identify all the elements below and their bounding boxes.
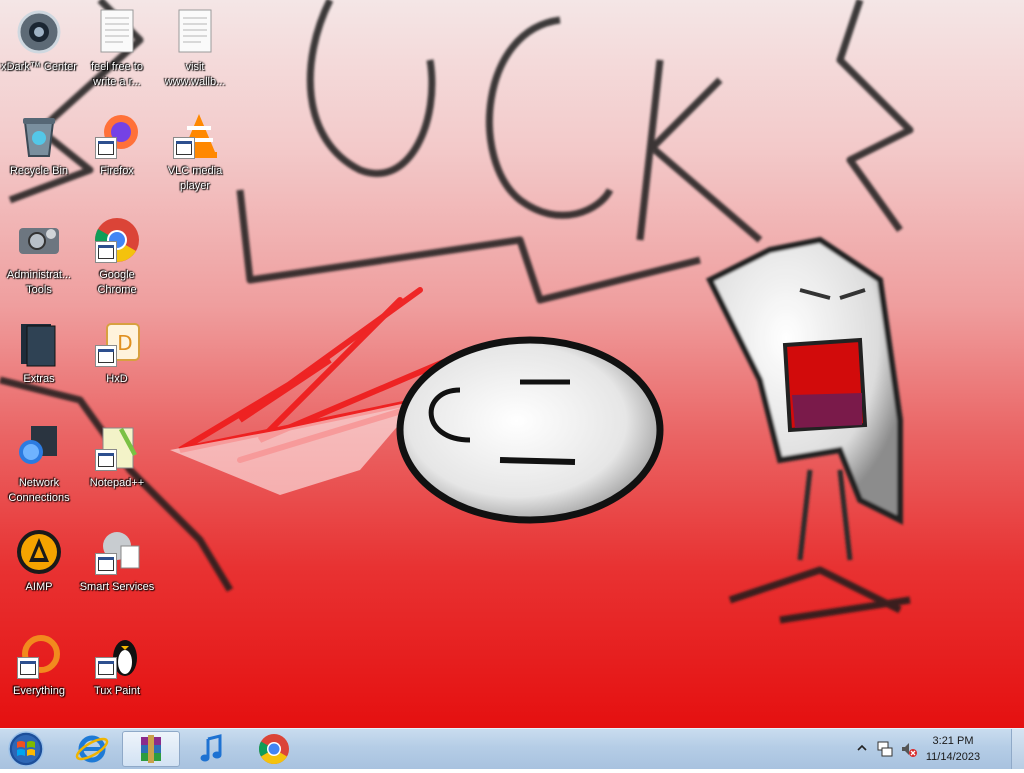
desktop-icon-label: Tux Paint [93, 685, 141, 697]
start-button[interactable] [4, 730, 48, 768]
clock-time: 3:21 PM [932, 735, 974, 747]
internet-explorer-icon [75, 735, 109, 763]
svg-text:D: D [117, 331, 132, 355]
notepadpp-icon [93, 424, 141, 472]
taskbar-chrome-button[interactable] [246, 731, 302, 767]
admin-tools-icon [15, 216, 63, 264]
recycle-bin-icon [15, 112, 63, 160]
aimp-icon [15, 528, 63, 576]
text-document-icon [171, 8, 219, 56]
folder-icon [15, 320, 63, 368]
desktop-icon-label: Administrat... Tools [6, 269, 72, 296]
clock-date: 11/14/2023 [925, 751, 981, 763]
shortcut-overlay-icon [95, 449, 117, 471]
taskbar-ie-button[interactable] [64, 731, 120, 767]
everything-icon [15, 632, 63, 680]
desktop-icon-label: feel free to write a r... [91, 61, 143, 88]
show-hidden-icons-button[interactable] [856, 741, 868, 755]
shortcut-overlay-icon [95, 345, 117, 367]
desktop-icon-label: AIMP [25, 581, 53, 593]
chrome-icon [93, 216, 141, 264]
desktop-icon-xdark-center[interactable]: xDark™ Center [1, 4, 77, 98]
desktop-icon-label: Google Chrome [97, 269, 137, 296]
firefox-icon [93, 112, 141, 160]
taskbar-winrar-button[interactable] [122, 731, 180, 767]
desktop-icon-aimp[interactable]: AIMP [1, 524, 77, 618]
windows-start-icon [8, 731, 44, 767]
network-tray-button[interactable] [876, 740, 894, 758]
show-desktop-button[interactable] [1011, 729, 1024, 769]
desktop-icon-feel-free[interactable]: feel free to write a r... [79, 4, 155, 98]
volume-tray-button[interactable] [900, 740, 918, 758]
taskbar: 3:21 PM 11/14/2023 [0, 728, 1024, 769]
desktop-icon-recycle-bin[interactable]: Recycle Bin [1, 108, 77, 202]
desktop-icon-label: Everything [13, 685, 65, 697]
text-document-icon [93, 8, 141, 56]
winrar-icon [141, 735, 161, 763]
chrome-icon [258, 734, 289, 765]
network-tray-icon [877, 741, 893, 757]
desktop-icon-smart-services[interactable]: Smart Services [79, 524, 155, 618]
xdark-icon [15, 8, 63, 56]
desktop-icon-notepadpp[interactable]: Notepad++ [79, 420, 155, 514]
desktop[interactable]: xDark™ Center feel free to write a r... vi… [0, 0, 1024, 728]
desktop-icon-label: Smart Services [79, 581, 155, 593]
desktop-icon-label: Firefox [100, 165, 134, 177]
desktop-icon-everything[interactable]: Everything [1, 628, 77, 722]
desktop-icon-vlc[interactable]: VLC media player [157, 108, 233, 202]
shortcut-overlay-icon [95, 241, 117, 263]
smart-services-icon [93, 528, 141, 576]
desktop-icon-label: Network Connections [8, 477, 70, 504]
desktop-icon-admin-tools[interactable]: Administrat... Tools [1, 212, 77, 306]
desktop-icon-label: Notepad++ [89, 477, 145, 489]
taskbar-music-button[interactable] [184, 731, 240, 767]
network-icon [15, 424, 63, 472]
hxd-icon: D [93, 320, 141, 368]
shortcut-overlay-icon [17, 657, 39, 679]
chevron-up-icon [857, 744, 867, 751]
desktop-icon-label: Recycle Bin [9, 165, 69, 177]
system-tray: 3:21 PM 11/14/2023 [854, 729, 1024, 769]
desktop-icon-label: visit www.wallb... [164, 61, 226, 88]
desktop-icon-firefox[interactable]: Firefox [79, 108, 155, 202]
desktop-icon-tux-paint[interactable]: Tux Paint [79, 628, 155, 722]
desktop-icon-label: Extras [23, 373, 55, 385]
desktop-icon-network[interactable]: Network Connections [1, 420, 77, 514]
desktop-icon-label: VLC media player [167, 165, 223, 192]
shortcut-overlay-icon [173, 137, 195, 159]
tux-icon [93, 632, 141, 680]
desktop-icon-label: HxD [106, 373, 128, 385]
desktop-icon-chrome[interactable]: Google Chrome [79, 212, 155, 306]
vlc-icon [171, 112, 219, 160]
desktop-icon-extras[interactable]: Extras [1, 316, 77, 410]
shortcut-overlay-icon [95, 657, 117, 679]
shortcut-overlay-icon [95, 137, 117, 159]
music-note-icon [200, 734, 222, 762]
shortcut-overlay-icon [95, 553, 117, 575]
desktop-icon-visit[interactable]: visit www.wallb... [157, 4, 233, 98]
volume-muted-icon [902, 743, 917, 757]
desktop-icon-label: xDark™ Center [1, 61, 77, 73]
clock[interactable]: 3:21 PM 11/14/2023 [918, 733, 988, 765]
desktop-icon-hxd[interactable]: D HxD [79, 316, 155, 410]
